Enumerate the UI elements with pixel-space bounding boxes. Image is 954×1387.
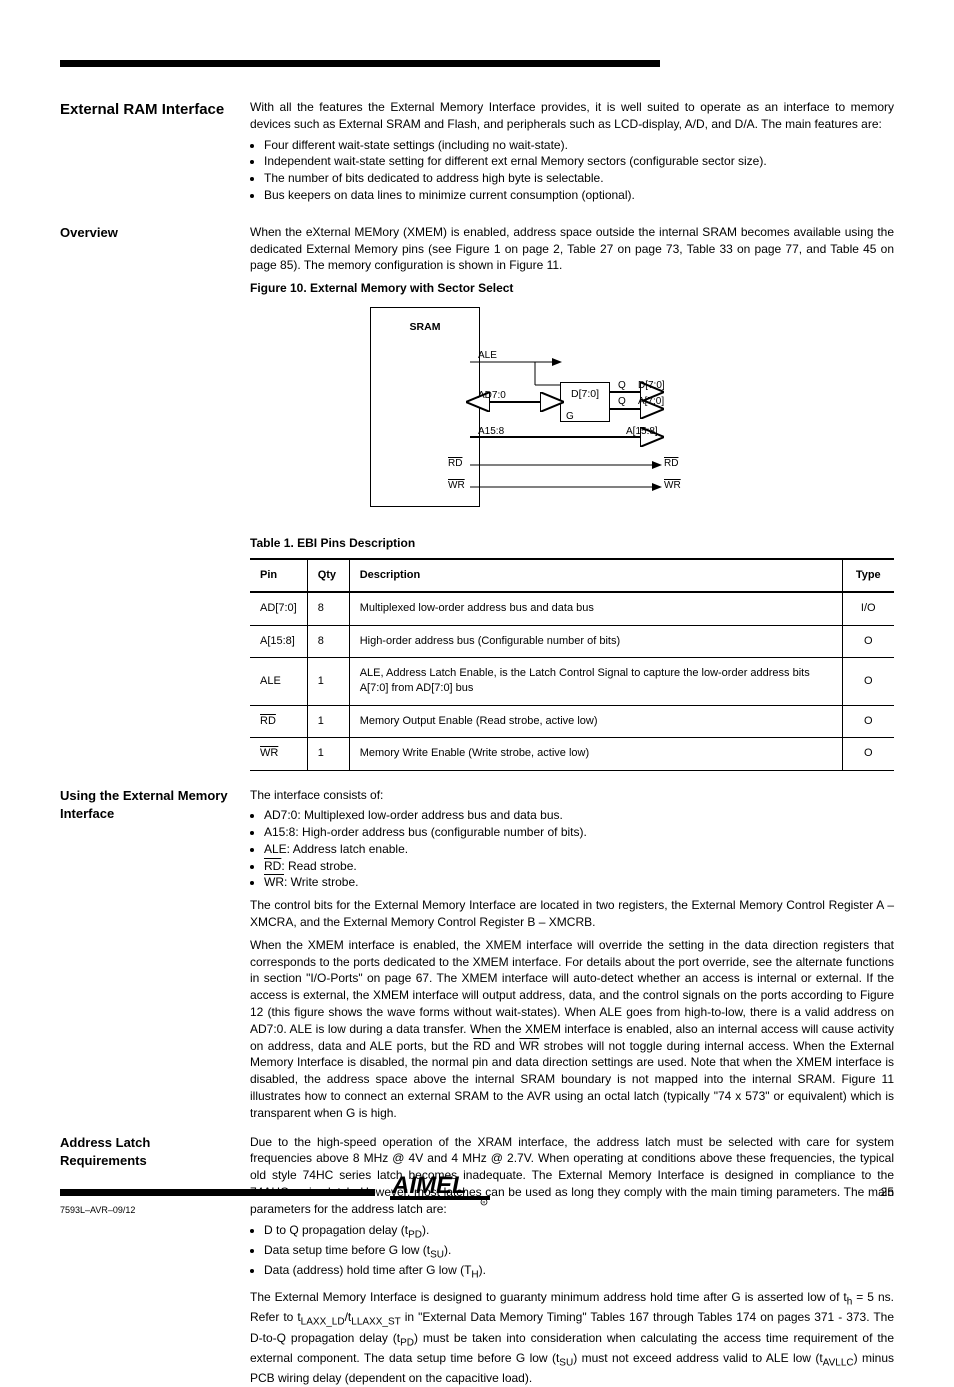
- th-type: Type: [842, 559, 894, 592]
- subsection-heading-using-xmem: Using the External Memory Interface: [60, 787, 230, 823]
- xmem-override-text: When the XMEM interface is enabled, the …: [250, 937, 894, 1122]
- table-row: ALE 1 ALE, Address Latch Enable, is the …: [250, 657, 894, 705]
- label-q-d: Q: [618, 379, 626, 393]
- page-number: 25: [881, 1184, 894, 1201]
- atmel-logo: AIMEL R: [390, 1167, 490, 1216]
- bullet: ALE: Address latch enable.: [264, 841, 894, 858]
- bullet: RD: Read strobe.: [264, 858, 894, 875]
- table-row: AD[7:0] 8 Multiplexed low-order address …: [250, 592, 894, 625]
- subsection-heading-latch: Address Latch Requirements: [60, 1134, 230, 1170]
- xmem-registers-text: The control bits for the External Memory…: [250, 897, 894, 931]
- label-ad: AD7:0: [478, 389, 506, 403]
- using-xmem-intro: The interface consists of:: [250, 787, 894, 804]
- document-code: 7593L–AVR–09/12: [60, 1204, 135, 1217]
- label-rdr: RD: [664, 457, 678, 471]
- label-wr: WR: [448, 479, 465, 493]
- bullet: A15:8: High-order address bus (configura…: [264, 824, 894, 841]
- bullet: The number of bits dedicated to address …: [264, 170, 894, 187]
- label-q-a: Q: [618, 395, 626, 409]
- svg-text:AIMEL: AIMEL: [391, 1172, 467, 1199]
- table-row: WR 1 Memory Write Enable (Write strobe, …: [250, 738, 894, 770]
- bullet: Independent wait-state setting for diffe…: [264, 153, 894, 170]
- top-rule: [60, 60, 660, 67]
- bullet: Four different wait-state settings (incl…: [264, 137, 894, 154]
- label-dq: D[7:0]: [638, 379, 665, 393]
- label-rd: RD: [448, 457, 462, 471]
- section-heading: External RAM Interface: [60, 99, 230, 120]
- th-qty: Qty: [307, 559, 349, 592]
- subsection-heading-overview: Overview: [60, 224, 230, 242]
- table-row: A[15:8] 8 High-order address bus (Config…: [250, 625, 894, 657]
- ebi-pins-table: Pin Qty Description Type AD[7:0] 8 Multi…: [250, 558, 894, 771]
- intro-text: With all the features the External Memor…: [250, 99, 894, 133]
- th-pin: Pin: [250, 559, 307, 592]
- bullet: Data (address) hold time after G low (TH…: [264, 1262, 894, 1282]
- figure-caption: Figure 10. External Memory with Sector S…: [250, 280, 894, 297]
- label-ah: A15:8: [478, 425, 504, 439]
- label-ahr: A[15:8]: [626, 425, 658, 439]
- label-wrr: WR: [664, 479, 681, 493]
- bullet: Data setup time before G low (tSU).: [264, 1242, 894, 1262]
- bullet: D to Q propagation delay (tPD).: [264, 1222, 894, 1242]
- th-desc: Description: [349, 559, 842, 592]
- table-row: RD 1 Memory Output Enable (Read strobe, …: [250, 705, 894, 737]
- bullet: Bus keepers on data lines to minimize cu…: [264, 187, 894, 204]
- page: External RAM Interface With all the feat…: [0, 0, 954, 1351]
- latch-text-2: The External Memory Interface is designe…: [250, 1289, 894, 1387]
- table-caption: Table 1. EBI Pins Description: [250, 535, 894, 552]
- label-ale: ALE: [478, 349, 497, 363]
- bullet: AD7:0: Multiplexed low-order address bus…: [264, 807, 894, 824]
- latch-text: Due to the high-speed operation of the X…: [250, 1134, 894, 1218]
- label-g: G: [566, 410, 574, 424]
- overview-text: When the eXternal MEMory (XMEM) is enabl…: [250, 224, 894, 274]
- svg-text:R: R: [483, 1200, 486, 1205]
- external-memory-diagram: AVR SRAM D[7:0]: [370, 307, 810, 517]
- label-aq: A[7:0]: [638, 395, 664, 409]
- footer-rule: [60, 1189, 375, 1196]
- bullet: WR: Write strobe.: [264, 874, 894, 891]
